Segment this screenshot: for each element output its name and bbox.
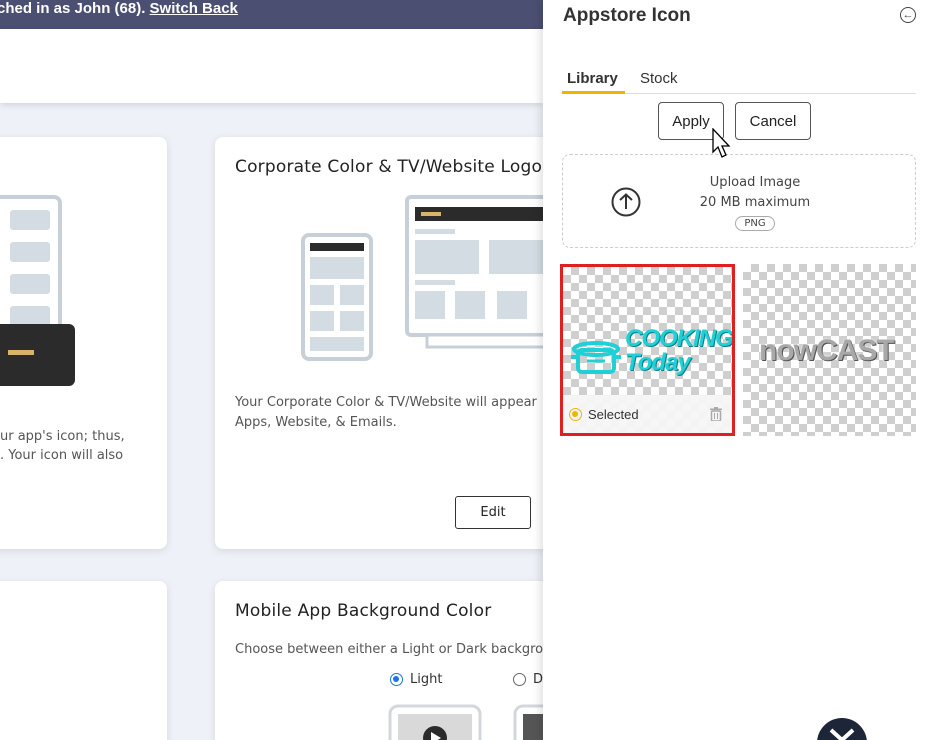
phone-wireframe-illustration: [0, 195, 75, 386]
header-bar: [0, 29, 543, 103]
fab-check-button[interactable]: [817, 718, 867, 740]
format-badge: PNG: [735, 216, 775, 231]
light-radio-dot[interactable]: [390, 673, 403, 686]
cancel-button[interactable]: Cancel: [735, 102, 811, 140]
upload-text: Upload Image 20 MB maximum PNG: [693, 173, 817, 233]
devices-wireframe-illustration: [301, 195, 555, 361]
banner-text: tched in as John (68).: [0, 0, 150, 17]
upload-dropzone[interactable]: Upload Image 20 MB maximum PNG: [562, 154, 916, 248]
upload-arrow-icon: [611, 187, 641, 217]
panel-tabs: Library Stock: [562, 68, 916, 94]
cooking-today-wordmark: COOKING Today: [625, 325, 733, 376]
corporate-card-desc-2: Apps, Website, & Emails.: [235, 415, 397, 430]
tab-library[interactable]: Library: [567, 70, 618, 87]
panel-title: Appstore Icon: [563, 5, 691, 26]
nowcast-wordmark: nowCAST: [759, 334, 895, 367]
dark-radio-dot[interactable]: [513, 673, 526, 686]
background-color-card: Mobile App Background Color Choose betwe…: [215, 581, 555, 740]
left-card-desc-1: ur app's icon; thus,: [0, 429, 125, 444]
background-card-title: Mobile App Background Color: [235, 601, 492, 621]
active-tab-indicator: [562, 91, 625, 94]
left-card-desc-2: . Your icon will also: [0, 448, 124, 463]
corporate-card-title: Corporate Color & TV/Website Logo: [235, 157, 543, 177]
upload-title: Upload Image: [709, 175, 801, 190]
dark-radio[interactable]: D: [513, 672, 543, 687]
selected-footer: Selected: [563, 395, 732, 433]
tab-stock[interactable]: Stock: [640, 70, 678, 87]
edit-button[interactable]: Edit: [455, 496, 531, 529]
back-icon[interactable]: ←: [900, 7, 916, 23]
mouse-cursor-icon: [712, 128, 731, 158]
appstore-icon-panel: Appstore Icon ← Library Stock Apply Canc…: [543, 0, 935, 740]
check-icon: [829, 728, 855, 740]
selected-indicator: [569, 407, 582, 421]
light-radio[interactable]: Light: [390, 672, 442, 687]
switch-back-link[interactable]: Switch Back: [150, 0, 238, 17]
corporate-color-card: Corporate Color & TV/Website Logo Your C…: [215, 137, 555, 549]
dark-radio-label: D: [533, 672, 544, 687]
left-bottom-card: [0, 581, 167, 740]
selected-label: Selected: [588, 406, 639, 422]
light-radio-label: Light: [410, 672, 443, 687]
image-tile-nowcast[interactable]: nowCAST: [743, 264, 916, 436]
background-card-desc: Choose between either a Light or Dark ba…: [235, 642, 544, 657]
upload-limit: 20 MB maximum: [699, 195, 811, 210]
light-preview-illustration: [388, 704, 555, 740]
corporate-card-desc-1: Your Corporate Color & TV/Website will a…: [235, 395, 537, 410]
appstore-icon-card: ur app's icon; thus, . Your icon will al…: [0, 137, 167, 549]
image-tile-cooking-today[interactable]: COOKING Today Selected: [560, 264, 735, 436]
impersonation-banner: tched in as John (68). Switch Back: [0, 0, 543, 29]
trash-icon[interactable]: [710, 407, 722, 421]
